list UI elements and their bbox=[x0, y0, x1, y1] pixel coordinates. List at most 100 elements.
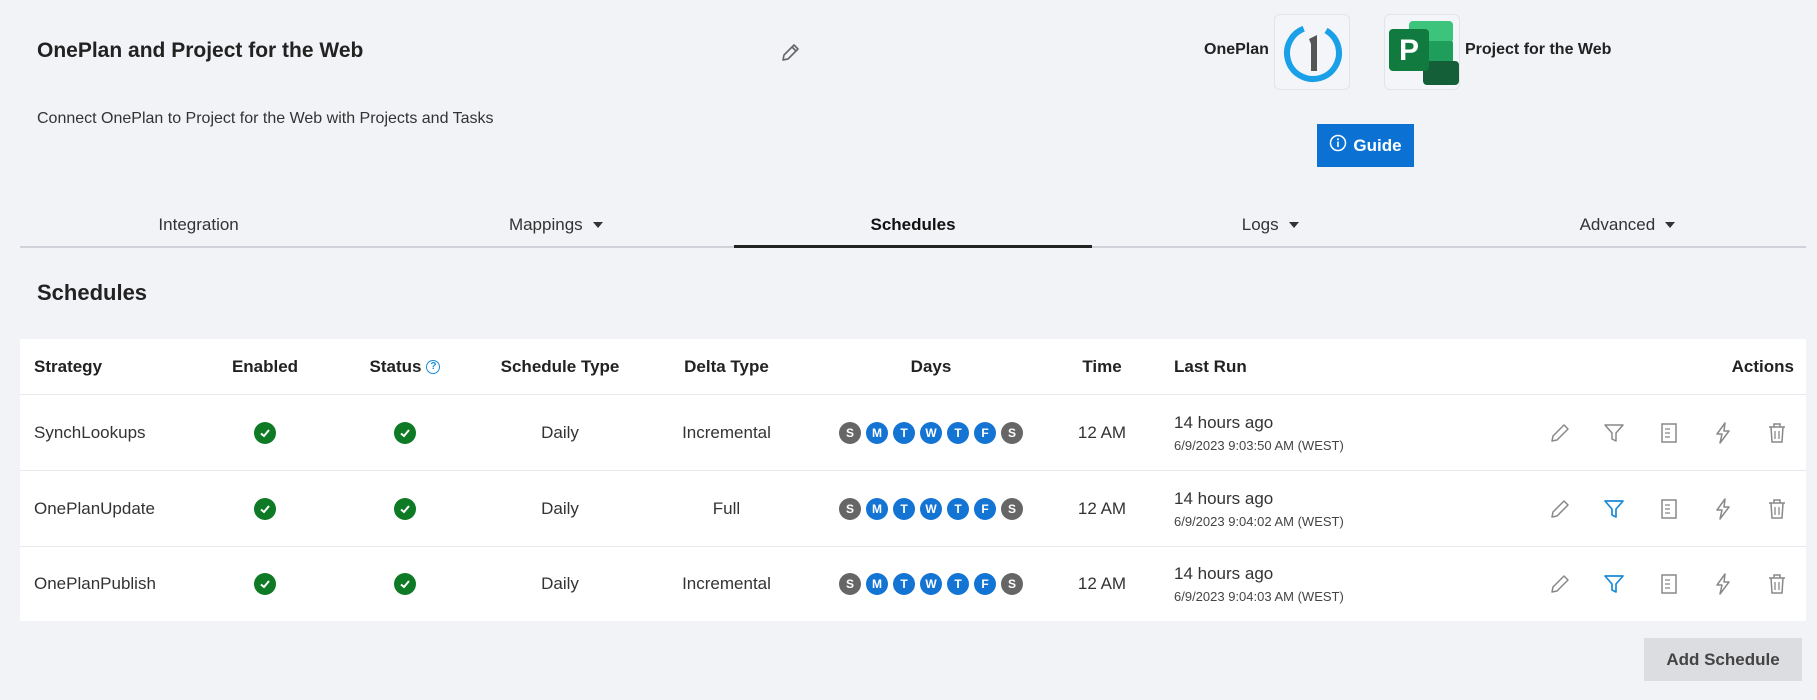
time-cell: 12 AM bbox=[1077, 498, 1127, 518]
last-run-cell: 14 hours ago 6/9/2023 9:04:02 AM (WEST) bbox=[1174, 471, 1434, 546]
days-cell: S M T W T F S bbox=[820, 547, 1042, 621]
schedule-type-cell: Daily bbox=[541, 422, 579, 442]
day-badge: S bbox=[839, 421, 861, 444]
section-title: Schedules bbox=[37, 280, 148, 305]
column-header-days: Days bbox=[910, 356, 952, 376]
tab-integration[interactable]: Integration bbox=[20, 204, 377, 246]
check-circle-icon bbox=[254, 573, 276, 595]
day-badge: W bbox=[920, 497, 942, 520]
log-icon[interactable] bbox=[1656, 420, 1682, 446]
run-now-icon[interactable] bbox=[1710, 496, 1736, 522]
add-schedule-button[interactable]: Add Schedule bbox=[1644, 638, 1802, 681]
enabled-cell bbox=[205, 547, 325, 621]
page-subtitle: Connect OnePlan to Project for the Web w… bbox=[37, 110, 494, 127]
column-header-actions: Actions bbox=[1731, 356, 1794, 376]
last-run-relative: 14 hours ago bbox=[1174, 412, 1274, 432]
day-badge: T bbox=[893, 573, 915, 595]
status-cell bbox=[340, 547, 470, 621]
check-circle-icon bbox=[394, 573, 416, 595]
last-run-cell: 14 hours ago 6/9/2023 9:03:50 AM (WEST) bbox=[1174, 395, 1434, 470]
project-logo-icon: P bbox=[1384, 14, 1460, 90]
tab-logs[interactable]: Logs bbox=[1092, 204, 1449, 246]
strategy-cell: SynchLookups bbox=[34, 422, 146, 442]
column-header-delta-type: Delta Type bbox=[684, 356, 769, 376]
caret-down-icon bbox=[1288, 222, 1299, 228]
check-circle-icon bbox=[394, 421, 416, 444]
project-for-web-label: Project for the Web bbox=[1465, 41, 1612, 58]
day-badge: M bbox=[866, 497, 888, 520]
strategy-cell: OnePlanUpdate bbox=[34, 498, 155, 518]
edit-title-icon[interactable] bbox=[779, 42, 801, 64]
strategy-cell: OnePlanPublish bbox=[34, 574, 156, 593]
filter-icon[interactable] bbox=[1601, 496, 1627, 522]
day-badge: T bbox=[947, 421, 969, 444]
log-icon[interactable] bbox=[1656, 571, 1682, 597]
tab-label: Mappings bbox=[508, 215, 583, 234]
day-badge: S bbox=[1001, 497, 1023, 520]
last-run-relative: 14 hours ago bbox=[1174, 488, 1274, 508]
table-row: SynchLookups Daily Incremental S M T W T… bbox=[20, 395, 1806, 471]
filter-icon[interactable] bbox=[1601, 420, 1627, 446]
day-badge: T bbox=[947, 497, 969, 520]
last-run-cell: 14 hours ago 6/9/2023 9:04:03 AM (WEST) bbox=[1174, 547, 1434, 621]
oneplan-label: OnePlan bbox=[1204, 41, 1269, 58]
days-cell: S M T W T F S bbox=[820, 471, 1042, 546]
day-badge: W bbox=[920, 573, 942, 595]
column-header-strategy: Strategy bbox=[34, 356, 103, 376]
tab-advanced[interactable]: Advanced bbox=[1449, 204, 1806, 246]
day-badge: M bbox=[866, 573, 888, 595]
day-badge: T bbox=[893, 421, 915, 444]
page-title: OnePlan and Project for the Web bbox=[37, 39, 364, 62]
guide-button[interactable]: Guide bbox=[1317, 124, 1414, 167]
last-run-timestamp: 6/9/2023 9:04:02 AM (WEST) bbox=[1174, 513, 1344, 529]
enabled-cell bbox=[205, 395, 325, 470]
table-row: OnePlanPublish Daily Incremental S M T W… bbox=[20, 547, 1806, 621]
enabled-cell bbox=[205, 471, 325, 546]
day-badge: F bbox=[974, 497, 996, 520]
check-circle-icon bbox=[394, 497, 416, 520]
check-circle-icon bbox=[254, 421, 276, 444]
table-header-row: Strategy Enabled Status ? Schedule Type … bbox=[20, 339, 1806, 395]
tab-schedules[interactable]: Schedules bbox=[734, 204, 1092, 248]
run-now-icon[interactable] bbox=[1710, 571, 1736, 597]
edit-icon[interactable] bbox=[1547, 571, 1573, 597]
day-badge: W bbox=[920, 421, 942, 444]
schedules-table: Strategy Enabled Status ? Schedule Type … bbox=[20, 339, 1806, 621]
log-icon[interactable] bbox=[1656, 496, 1682, 522]
day-badge: S bbox=[839, 573, 861, 595]
status-header-label: Status bbox=[369, 356, 422, 376]
delete-icon[interactable] bbox=[1764, 496, 1790, 522]
delete-icon[interactable] bbox=[1764, 571, 1790, 597]
column-header-last-run: Last Run bbox=[1174, 356, 1247, 376]
check-circle-icon bbox=[254, 497, 276, 520]
day-badge: M bbox=[866, 421, 888, 444]
help-icon[interactable]: ? bbox=[426, 359, 441, 374]
day-badge: S bbox=[839, 497, 861, 520]
status-cell bbox=[340, 395, 470, 470]
delta-type-cell: Incremental bbox=[682, 422, 771, 442]
run-now-icon[interactable] bbox=[1710, 420, 1736, 446]
tab-label: Schedules bbox=[870, 215, 956, 234]
time-cell: 12 AM bbox=[1077, 574, 1127, 593]
day-badge: F bbox=[974, 573, 996, 595]
day-badge: S bbox=[1001, 573, 1023, 595]
column-header-status: Status ? bbox=[340, 339, 470, 394]
column-header-enabled: Enabled bbox=[231, 356, 299, 376]
guide-label: Guide bbox=[1353, 135, 1402, 155]
status-cell bbox=[340, 471, 470, 546]
edit-icon[interactable] bbox=[1547, 496, 1573, 522]
time-cell: 12 AM bbox=[1077, 422, 1127, 442]
schedule-type-cell: Daily bbox=[541, 498, 579, 518]
tab-mappings[interactable]: Mappings bbox=[377, 204, 734, 246]
tab-label: Integration bbox=[158, 215, 239, 234]
delta-type-cell: Incremental bbox=[682, 574, 771, 593]
tab-label: Advanced bbox=[1579, 215, 1656, 234]
svg-text:P: P bbox=[1399, 34, 1419, 67]
info-icon bbox=[1329, 134, 1347, 157]
tab-bar: Integration Mappings Schedules Logs Adva… bbox=[20, 204, 1806, 248]
edit-icon[interactable] bbox=[1547, 420, 1573, 446]
delete-icon[interactable] bbox=[1764, 420, 1790, 446]
day-badge: T bbox=[947, 573, 969, 595]
last-run-relative: 14 hours ago bbox=[1174, 564, 1274, 583]
filter-icon[interactable] bbox=[1601, 571, 1627, 597]
